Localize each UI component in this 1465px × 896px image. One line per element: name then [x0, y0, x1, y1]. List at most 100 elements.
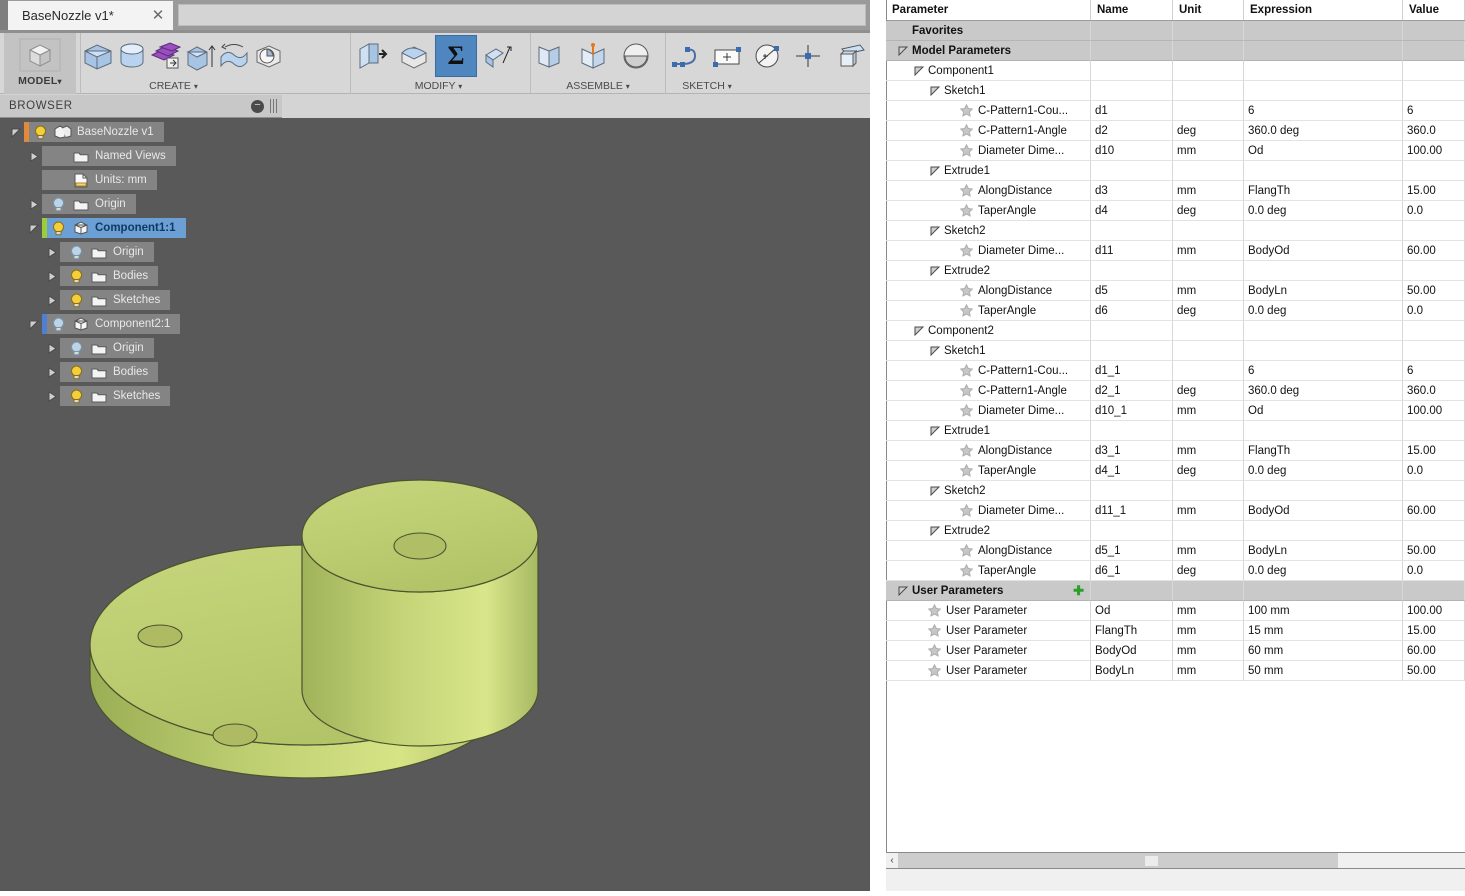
- cell-parameter[interactable]: Extrude1: [886, 421, 1091, 441]
- light-bulb-icon[interactable]: [65, 266, 87, 286]
- cell-parameter[interactable]: AlongDistance: [886, 441, 1091, 461]
- parameter-row[interactable]: Diameter Dime...d10mmOd100.00: [886, 141, 1465, 161]
- tree-twisty-closed[interactable]: [44, 240, 60, 264]
- cell-expression[interactable]: [1244, 581, 1403, 601]
- cell-name[interactable]: [1091, 21, 1173, 41]
- cell-parameter[interactable]: Favorites: [886, 21, 1091, 41]
- tree-twisty-closed[interactable]: [26, 144, 42, 168]
- cell-parameter[interactable]: TaperAngle: [886, 301, 1091, 321]
- cell-expression[interactable]: 0.0 deg: [1244, 201, 1403, 221]
- light-bulb-icon[interactable]: [65, 386, 87, 406]
- cell-unit[interactable]: [1173, 481, 1244, 501]
- light-bulb-icon[interactable]: [47, 218, 69, 238]
- parameter-row[interactable]: User ParameterFlangThmm15 mm15.00: [886, 621, 1465, 641]
- cell-parameter[interactable]: User Parameters✚: [886, 581, 1091, 601]
- column-header-value[interactable]: Value: [1403, 0, 1465, 20]
- cell-name[interactable]: d10_1: [1091, 401, 1173, 421]
- favorite-star-icon[interactable]: [957, 244, 975, 257]
- group-twisty-open[interactable]: [930, 485, 941, 496]
- cell-name[interactable]: d11_1: [1091, 501, 1173, 521]
- cell-parameter[interactable]: Sketch2: [886, 481, 1091, 501]
- tree-twisty-closed[interactable]: [44, 360, 60, 384]
- cell-name[interactable]: d11: [1091, 241, 1173, 261]
- cell-expression[interactable]: 360.0 deg: [1244, 121, 1403, 141]
- light-bulb-icon[interactable]: [47, 314, 69, 334]
- parameter-group-row[interactable]: Sketch1: [886, 81, 1465, 101]
- favorite-star-icon[interactable]: [957, 144, 975, 157]
- tree-twisty-closed[interactable]: [44, 336, 60, 360]
- cell-unit[interactable]: [1173, 81, 1244, 101]
- tree-item-bodies[interactable]: Bodies: [60, 266, 158, 286]
- cell-parameter[interactable]: User Parameter: [886, 601, 1091, 621]
- cell-expression[interactable]: Od: [1244, 401, 1403, 421]
- cell-name[interactable]: d1_1: [1091, 361, 1173, 381]
- tree-item-origin[interactable]: Origin: [60, 338, 154, 358]
- tree-item-sketches[interactable]: Sketches: [60, 386, 170, 406]
- tree-twisty-closed[interactable]: [44, 288, 60, 312]
- tree-row[interactable]: Bodies: [0, 360, 282, 384]
- group-twisty-open[interactable]: [930, 345, 941, 356]
- close-icon[interactable]: ✕: [149, 7, 167, 25]
- group-twisty-open[interactable]: [930, 165, 941, 176]
- cell-name[interactable]: [1091, 481, 1173, 501]
- cell-parameter[interactable]: Component2: [886, 321, 1091, 341]
- pattern-icon[interactable]: [149, 35, 183, 77]
- parameter-group-row[interactable]: Extrude2: [886, 261, 1465, 281]
- parameter-row[interactable]: Diameter Dime...d11_1mmBodyOd60.00: [886, 501, 1465, 521]
- cell-expression[interactable]: 60 mm: [1244, 641, 1403, 661]
- point-icon[interactable]: [788, 35, 829, 77]
- cell-name[interactable]: [1091, 341, 1173, 361]
- column-header-name[interactable]: Name: [1091, 0, 1173, 20]
- tree-row[interactable]: Component1:1: [0, 216, 282, 240]
- parameter-group-row[interactable]: Component2: [886, 321, 1465, 341]
- favorite-star-icon[interactable]: [957, 544, 975, 557]
- cell-unit[interactable]: [1173, 41, 1244, 61]
- cell-expression[interactable]: 0.0 deg: [1244, 301, 1403, 321]
- as-built-joint-icon[interactable]: [615, 35, 657, 77]
- tree-twisty-open[interactable]: [26, 312, 42, 336]
- cell-parameter[interactable]: Sketch1: [886, 81, 1091, 101]
- cell-name[interactable]: [1091, 581, 1173, 601]
- cell-parameter[interactable]: TaperAngle: [886, 201, 1091, 221]
- group-twisty-open[interactable]: [930, 85, 941, 96]
- shell-icon[interactable]: [351, 35, 393, 77]
- column-header-parameter[interactable]: Parameter: [886, 0, 1091, 20]
- cell-parameter[interactable]: TaperAngle: [886, 561, 1091, 581]
- cell-unit[interactable]: mm: [1173, 241, 1244, 261]
- minus-circle-icon[interactable]: −: [251, 100, 264, 113]
- cell-unit[interactable]: mm: [1173, 441, 1244, 461]
- sweep-icon[interactable]: [217, 35, 251, 77]
- cell-name[interactable]: [1091, 261, 1173, 281]
- scroll-left-arrow[interactable]: ‹: [886, 853, 898, 868]
- tree-row[interactable]: Sketches: [0, 288, 282, 312]
- cell-parameter[interactable]: C-Pattern1-Cou...: [886, 361, 1091, 381]
- parameter-row[interactable]: Diameter Dime...d11mmBodyOd60.00: [886, 241, 1465, 261]
- parameter-row[interactable]: AlongDistanced3_1mmFlangTh15.00: [886, 441, 1465, 461]
- parameter-group-row[interactable]: Component1: [886, 61, 1465, 81]
- favorite-star-icon[interactable]: [957, 384, 975, 397]
- light-bulb-icon[interactable]: [65, 242, 87, 262]
- cell-parameter[interactable]: C-Pattern1-Angle: [886, 381, 1091, 401]
- cell-name[interactable]: d3_1: [1091, 441, 1173, 461]
- tree-row[interactable]: Component2:1: [0, 312, 282, 336]
- parameter-row[interactable]: TaperAngled4deg0.0 deg0.0: [886, 201, 1465, 221]
- tree-item-bodies[interactable]: Bodies: [60, 362, 158, 382]
- cell-unit[interactable]: deg: [1173, 461, 1244, 481]
- horizontal-scrollbar[interactable]: ‹: [886, 852, 1465, 869]
- parameter-row[interactable]: C-Pattern1-Cou...d1_166: [886, 361, 1465, 381]
- parameter-group-row[interactable]: Sketch1: [886, 341, 1465, 361]
- cell-expression[interactable]: [1244, 321, 1403, 341]
- parameter-group-row[interactable]: Model Parameters: [886, 41, 1465, 61]
- cell-parameter[interactable]: User Parameter: [886, 621, 1091, 641]
- cell-parameter[interactable]: Diameter Dime...: [886, 241, 1091, 261]
- cell-name[interactable]: d5_1: [1091, 541, 1173, 561]
- tree-twisty-open[interactable]: [26, 216, 42, 240]
- tree-twisty-closed[interactable]: [44, 264, 60, 288]
- cell-parameter[interactable]: Extrude2: [886, 261, 1091, 281]
- light-bulb-icon[interactable]: [65, 362, 87, 382]
- cell-unit[interactable]: [1173, 321, 1244, 341]
- cell-unit[interactable]: [1173, 361, 1244, 381]
- cell-expression[interactable]: [1244, 21, 1403, 41]
- favorite-star-icon[interactable]: [957, 304, 975, 317]
- group-twisty-open[interactable]: [930, 265, 941, 276]
